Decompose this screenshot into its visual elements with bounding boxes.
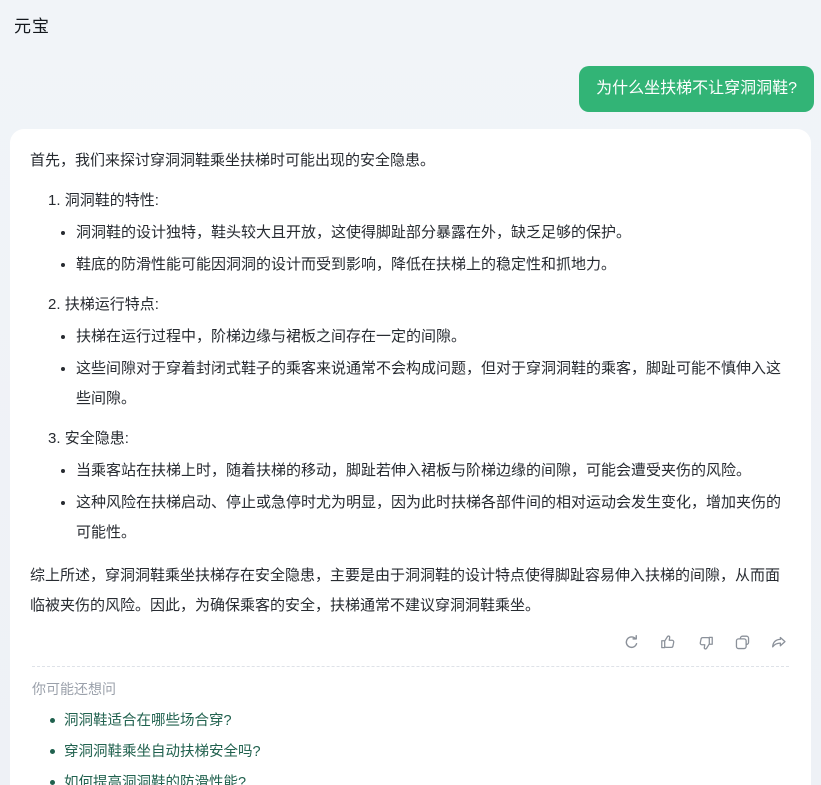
bullet-item: 鞋底的防滑性能可能因洞洞的设计而受到影响，降低在扶梯上的稳定性和抓地力。: [76, 250, 791, 280]
section-number: 1.: [48, 192, 61, 209]
thumbs-up-button[interactable]: [656, 630, 680, 654]
section-title-text: 洞洞鞋的特性:: [65, 192, 159, 209]
thumbs-down-button[interactable]: [693, 630, 717, 654]
section-bullets: 扶梯在运行过程中，阶梯边缘与裙板之间存在一定的间隙。 这些间隙对于穿着封闭式鞋子…: [48, 322, 791, 414]
bullet-item: 这种风险在扶梯启动、停止或急停时尤为明显，因为此时扶梯各部件间的相对运动会发生变…: [76, 488, 791, 548]
assistant-message-card: 首先，我们来探讨穿洞洞鞋乘坐扶梯时可能出现的安全隐患。 1. 洞洞鞋的特性: 洞…: [10, 129, 811, 785]
section-number: 3.: [48, 430, 61, 447]
copy-button[interactable]: [730, 630, 754, 654]
answer-section-1: 1. 洞洞鞋的特性: 洞洞鞋的设计独特，鞋头较大且开放，这使得脚趾部分暴露在外，…: [48, 186, 791, 280]
user-message-row: 为什么坐扶梯不让穿洞洞鞋?: [0, 66, 821, 112]
section-title-text: 安全隐患:: [65, 430, 129, 447]
share-icon: [770, 633, 789, 652]
message-actions-toolbar: [30, 630, 791, 654]
copy-icon: [733, 633, 752, 652]
answer-section-list: 1. 洞洞鞋的特性: 洞洞鞋的设计独特，鞋头较大且开放，这使得脚趾部分暴露在外，…: [30, 186, 791, 548]
answer-section-2: 2. 扶梯运行特点: 扶梯在运行过程中，阶梯边缘与裙板之间存在一定的间隙。 这些…: [48, 290, 791, 414]
thumbs-up-icon: [659, 633, 678, 652]
suggestions-list: 洞洞鞋适合在哪些场合穿? 穿洞洞鞋乘坐自动扶梯安全吗? 如何提高洞洞鞋的防滑性能…: [32, 712, 789, 785]
user-message-text: 为什么坐扶梯不让穿洞洞鞋?: [596, 80, 797, 97]
app-title: 元宝: [14, 12, 807, 37]
section-number: 2.: [48, 296, 61, 313]
section-title: 1. 洞洞鞋的特性:: [48, 186, 791, 216]
suggestions-label: 你可能还想问: [32, 679, 789, 699]
suggestion-item: 如何提高洞洞鞋的防滑性能?: [50, 774, 789, 785]
regenerate-icon: [622, 633, 641, 652]
section-title: 3. 安全隐患:: [48, 424, 791, 454]
suggestion-link-1[interactable]: 洞洞鞋适合在哪些场合穿?: [64, 713, 232, 729]
suggestion-link-3[interactable]: 如何提高洞洞鞋的防滑性能?: [64, 775, 246, 785]
answer-conclusion: 综上所述，穿洞洞鞋乘坐扶梯存在安全隐患，主要是由于洞洞鞋的设计特点使得脚趾容易伸…: [30, 561, 791, 621]
suggestion-item: 穿洞洞鞋乘坐自动扶梯安全吗?: [50, 743, 789, 761]
answer-section-3: 3. 安全隐患: 当乘客站在扶梯上时，随着扶梯的移动，脚趾若伸入裙板与阶梯边缘的…: [48, 424, 791, 548]
share-button[interactable]: [767, 630, 791, 654]
section-bullets: 当乘客站在扶梯上时，随着扶梯的移动，脚趾若伸入裙板与阶梯边缘的间隙，可能会遭受夹…: [48, 456, 791, 548]
section-title: 2. 扶梯运行特点:: [48, 290, 791, 320]
section-bullets: 洞洞鞋的设计独特，鞋头较大且开放，这使得脚趾部分暴露在外，缺乏足够的保护。 鞋底…: [48, 218, 791, 280]
regenerate-button[interactable]: [619, 630, 643, 654]
user-message-bubble: 为什么坐扶梯不让穿洞洞鞋?: [579, 66, 814, 112]
bullet-item: 扶梯在运行过程中，阶梯边缘与裙板之间存在一定的间隙。: [76, 322, 791, 352]
answer-intro: 首先，我们来探讨穿洞洞鞋乘坐扶梯时可能出现的安全隐患。: [30, 146, 791, 176]
app-header: 元宝: [0, 0, 821, 37]
bullet-item: 洞洞鞋的设计独特，鞋头较大且开放，这使得脚趾部分暴露在外，缺乏足够的保护。: [76, 218, 791, 248]
suggestions-section: 你可能还想问 洞洞鞋适合在哪些场合穿? 穿洞洞鞋乘坐自动扶梯安全吗? 如何提高洞…: [30, 667, 791, 785]
suggestion-item: 洞洞鞋适合在哪些场合穿?: [50, 712, 789, 730]
suggestion-link-2[interactable]: 穿洞洞鞋乘坐自动扶梯安全吗?: [64, 744, 261, 760]
section-title-text: 扶梯运行特点:: [65, 296, 159, 313]
bullet-item: 当乘客站在扶梯上时，随着扶梯的移动，脚趾若伸入裙板与阶梯边缘的间隙，可能会遭受夹…: [76, 456, 791, 486]
bullet-item: 这些间隙对于穿着封闭式鞋子的乘客来说通常不会构成问题，但对于穿洞洞鞋的乘客，脚趾…: [76, 354, 791, 414]
thumbs-down-icon: [696, 633, 715, 652]
